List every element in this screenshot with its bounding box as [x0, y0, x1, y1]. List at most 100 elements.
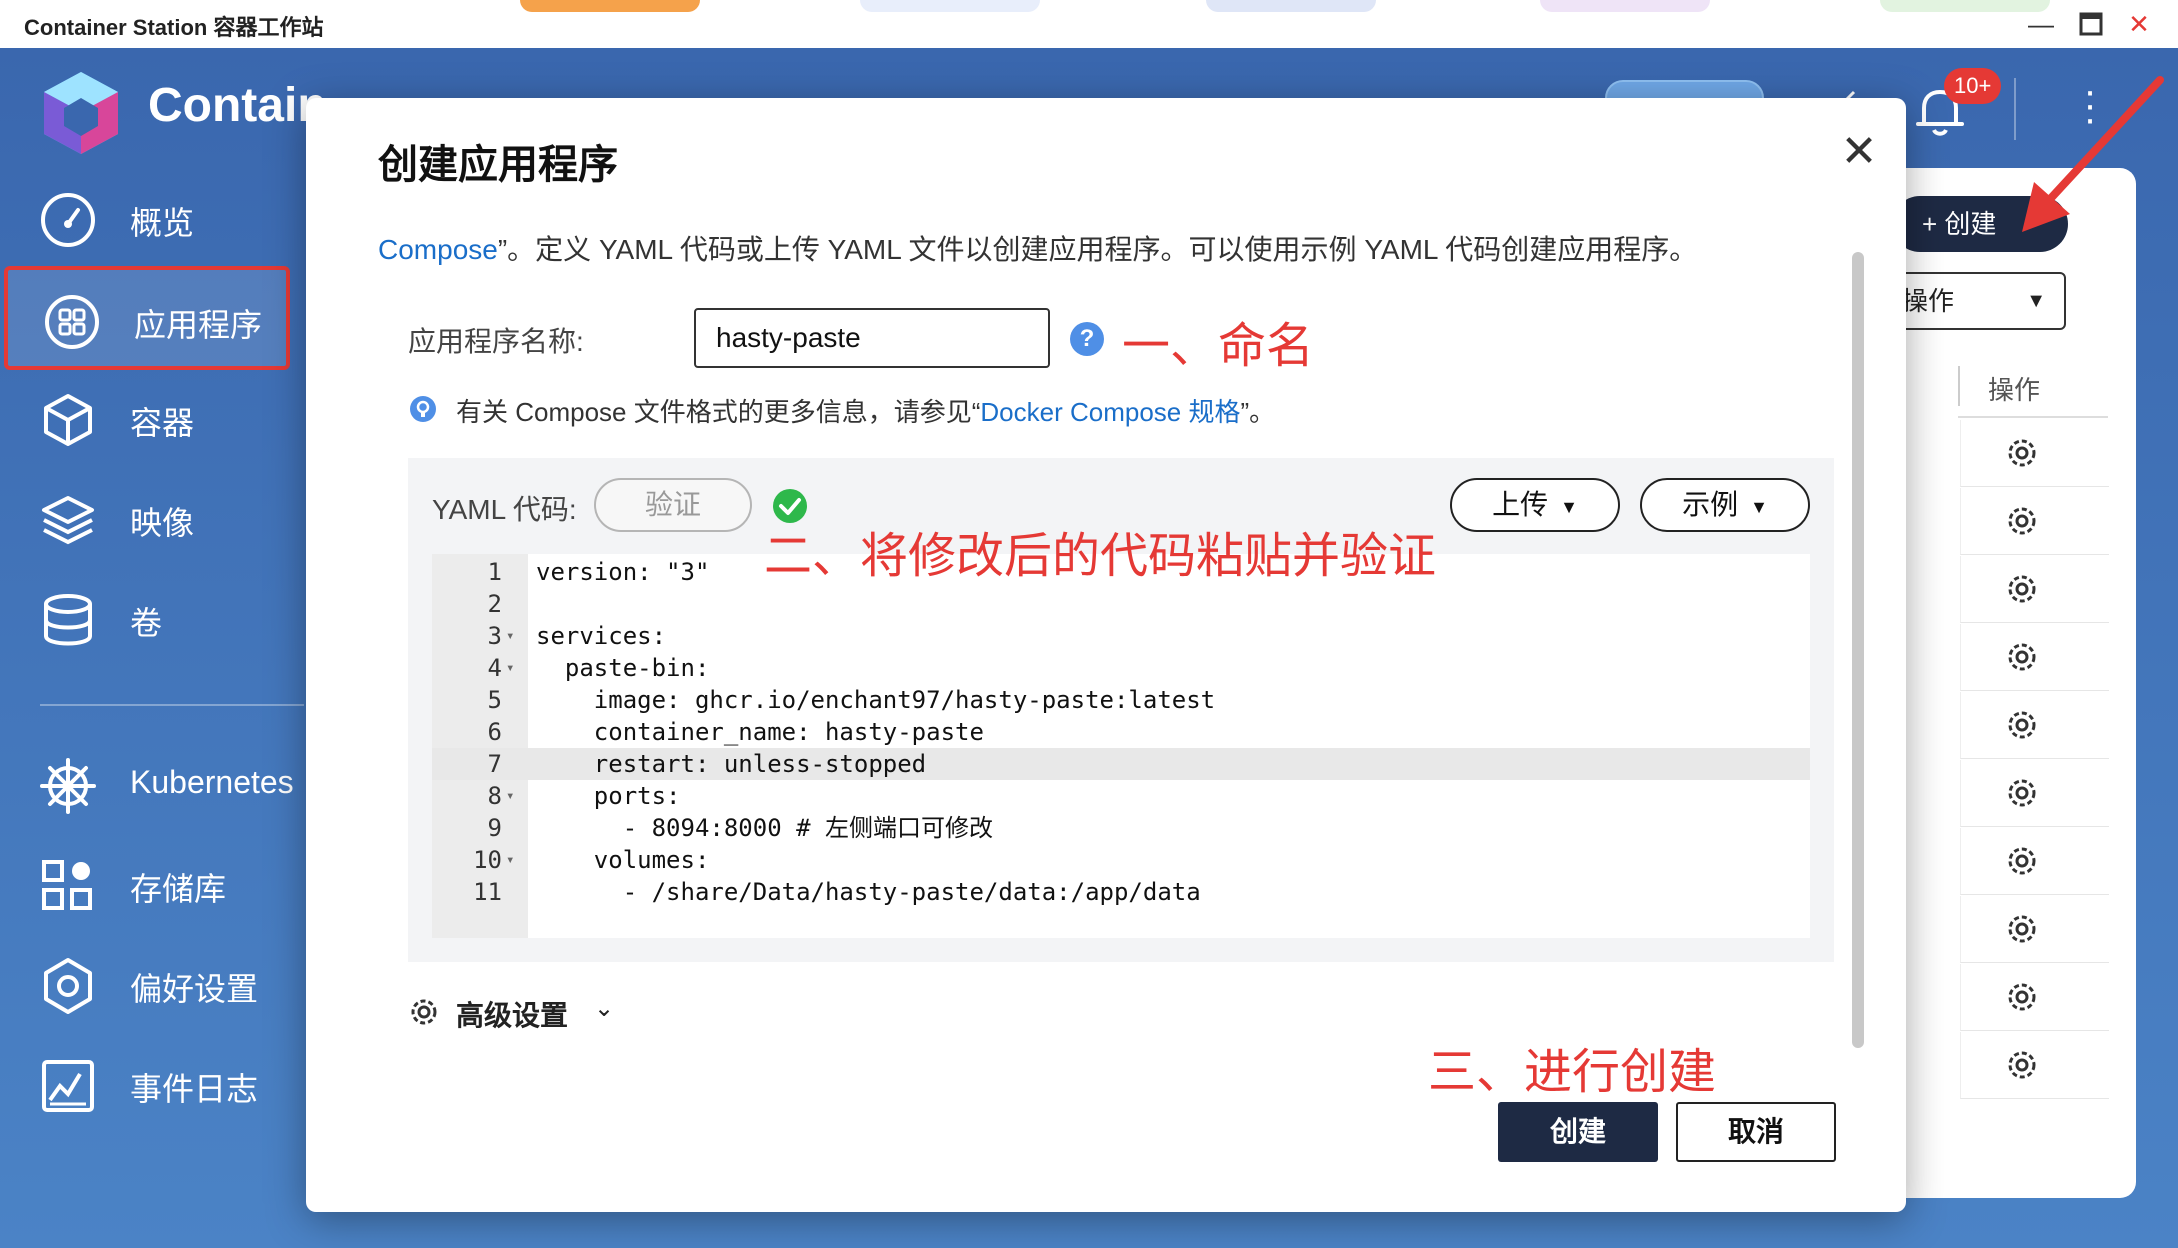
- actions-column-header: 操作: [1958, 362, 2108, 418]
- event-log-icon: [42, 1060, 94, 1112]
- actions-select-value: 操作: [1902, 286, 1955, 316]
- caret-down-icon: ▼: [2026, 290, 2046, 312]
- fold-arrow-icon[interactable]: ▾: [506, 652, 514, 684]
- dashboard-icon: [41, 193, 95, 247]
- table-row: [1960, 1032, 2109, 1099]
- create-button[interactable]: 创建: [1498, 1102, 1658, 1162]
- table-row: [1960, 964, 2109, 1031]
- caret-down-icon: ▼: [1750, 496, 1768, 517]
- yaml-label: YAML 代码:: [432, 494, 577, 525]
- line-number: 9: [487, 814, 502, 842]
- fold-arrow-icon[interactable]: ▾: [506, 780, 514, 812]
- code-line[interactable]: 5 image: ghcr.io/enchant97/hasty-paste:l…: [432, 684, 1810, 716]
- example-label: 示例: [1682, 489, 1739, 520]
- minimize-icon[interactable]: —: [2024, 8, 2058, 40]
- gear-icon[interactable]: [2005, 504, 2039, 538]
- line-number: 6: [487, 718, 502, 746]
- docker-compose-spec-link[interactable]: Docker Compose 规格: [980, 397, 1240, 427]
- line-number: 10: [473, 846, 502, 874]
- sidebar-item-label: 容器: [130, 405, 195, 441]
- compose-link[interactable]: Compose: [378, 234, 498, 265]
- sidebar-item-images[interactable]: 映像: [0, 468, 300, 568]
- sidebar-item-volumes[interactable]: 卷: [0, 568, 300, 668]
- code-line[interactable]: 8 ▾ ports:: [432, 780, 1810, 812]
- annotation-step1: 一、命名: [1122, 320, 1315, 373]
- gear-icon[interactable]: [2005, 436, 2039, 470]
- caret-down-icon: ▼: [1560, 496, 1578, 517]
- sidebar-item-applications[interactable]: 应用程序: [4, 266, 290, 370]
- background-actions-select[interactable]: 操作 ▼: [1890, 272, 2066, 330]
- info-prefix: 有关 Compose 文件格式的更多信息，请参见“: [456, 397, 981, 427]
- fold-arrow-icon[interactable]: ▾: [506, 620, 514, 652]
- background-app-icon: [520, 0, 700, 12]
- code-text: restart: unless-stopped: [536, 750, 927, 778]
- table-row: [1960, 692, 2109, 759]
- code-line[interactable]: 9 - 8094:8000 # 左侧端口可修改: [432, 812, 1810, 844]
- code-line[interactable]: 3 ▾ services:: [432, 620, 1810, 652]
- sidebar-item-label: 概览: [130, 205, 195, 241]
- gear-icon: [411, 999, 437, 1025]
- cancel-button[interactable]: 取消: [1676, 1102, 1836, 1162]
- sidebar-item-kubernetes[interactable]: Kubernetes: [0, 734, 300, 834]
- red-arrow-icon: [2022, 76, 2164, 232]
- gear-icon[interactable]: [2005, 1048, 2039, 1082]
- sidebar-item-repository[interactable]: 存储库: [0, 834, 300, 934]
- gear-icon[interactable]: [2005, 844, 2039, 878]
- sidebar-item-containers[interactable]: 容器: [0, 368, 300, 468]
- line-number: 11: [473, 878, 502, 906]
- code-line[interactable]: 2: [432, 588, 1810, 620]
- sidebar-item-label: 映像: [130, 505, 195, 541]
- compose-info-text: 有关 Compose 文件格式的更多信息，请参见“Docker Compose …: [456, 392, 1275, 429]
- line-number: 4: [487, 654, 502, 682]
- sidebar-item-label: 事件日志: [130, 1071, 259, 1107]
- verify-button[interactable]: 验证: [594, 478, 752, 532]
- gear-icon[interactable]: [2005, 980, 2039, 1014]
- help-icon[interactable]: ?: [1070, 322, 1104, 356]
- line-number: 2: [487, 590, 502, 618]
- code-text: volumes:: [536, 846, 710, 874]
- code-line[interactable]: 10 ▾ volumes:: [432, 844, 1810, 876]
- code-text: paste-bin:: [536, 654, 710, 682]
- code-line[interactable]: 7 restart: unless-stopped: [432, 748, 1810, 780]
- close-icon[interactable]: ✕: [2122, 8, 2156, 40]
- dialog-scrollbar[interactable]: [1852, 252, 1864, 1048]
- window-title-bar: Container Station 容器工作站 — ✕: [0, 0, 2178, 49]
- info-icon: [410, 396, 436, 422]
- window-title: Container Station 容器工作站: [24, 15, 324, 40]
- fold-arrow-icon[interactable]: ▾: [506, 844, 514, 876]
- gear-icon[interactable]: [2005, 572, 2039, 606]
- example-button[interactable]: 示例 ▼: [1640, 478, 1810, 532]
- code-text: services:: [536, 622, 667, 650]
- sidebar-divider: [40, 704, 304, 706]
- line-number: 3: [487, 622, 502, 650]
- dialog-close-icon[interactable]: ✕: [1834, 126, 1884, 177]
- sidebar-item-overview[interactable]: 概览: [0, 168, 300, 268]
- table-row: [1960, 828, 2109, 895]
- line-number: 7: [487, 750, 502, 778]
- annotation-step2: 二、将修改后的代码粘贴并验证: [764, 530, 1437, 583]
- background-app-icon: [1206, 0, 1376, 12]
- table-row: [1960, 624, 2109, 691]
- container-station-logo-icon: [44, 72, 118, 154]
- advanced-settings-label: 高级设置: [456, 1000, 569, 1031]
- description-text: ”。定义 YAML 代码或上传 YAML 文件以创建应用程序。可以使用示例 YA…: [497, 234, 1698, 265]
- table-row: [1960, 420, 2109, 487]
- sidebar-item-label: Kubernetes: [130, 764, 294, 800]
- gear-icon[interactable]: [2005, 776, 2039, 810]
- chevron-down-icon: ⌄: [594, 995, 615, 1022]
- gear-icon[interactable]: [2005, 708, 2039, 742]
- sidebar-item-preferences[interactable]: 偏好设置: [0, 934, 300, 1034]
- sidebar-item-label: 应用程序: [134, 307, 263, 343]
- gear-icon[interactable]: [2005, 640, 2039, 674]
- yaml-code-editor[interactable]: 1 version: "3" 2 3 ▾ services: 4 ▾ paste-bin: 5 …: [432, 554, 1810, 938]
- code-line[interactable]: 4 ▾ paste-bin:: [432, 652, 1810, 684]
- line-number: 5: [487, 686, 502, 714]
- sidebar-item-event-log[interactable]: 事件日志: [0, 1034, 300, 1134]
- code-line[interactable]: 11 - /share/Data/hasty-paste/data:/app/d…: [432, 876, 1810, 908]
- upload-button[interactable]: 上传 ▼: [1450, 478, 1620, 532]
- maximize-icon[interactable]: [2074, 8, 2108, 40]
- code-line[interactable]: 6 container_name: hasty-paste: [432, 716, 1810, 748]
- app-name-input[interactable]: hasty-paste: [694, 308, 1050, 368]
- gear-icon[interactable]: [2005, 912, 2039, 946]
- app-name-label: 应用程序名称:: [408, 326, 584, 357]
